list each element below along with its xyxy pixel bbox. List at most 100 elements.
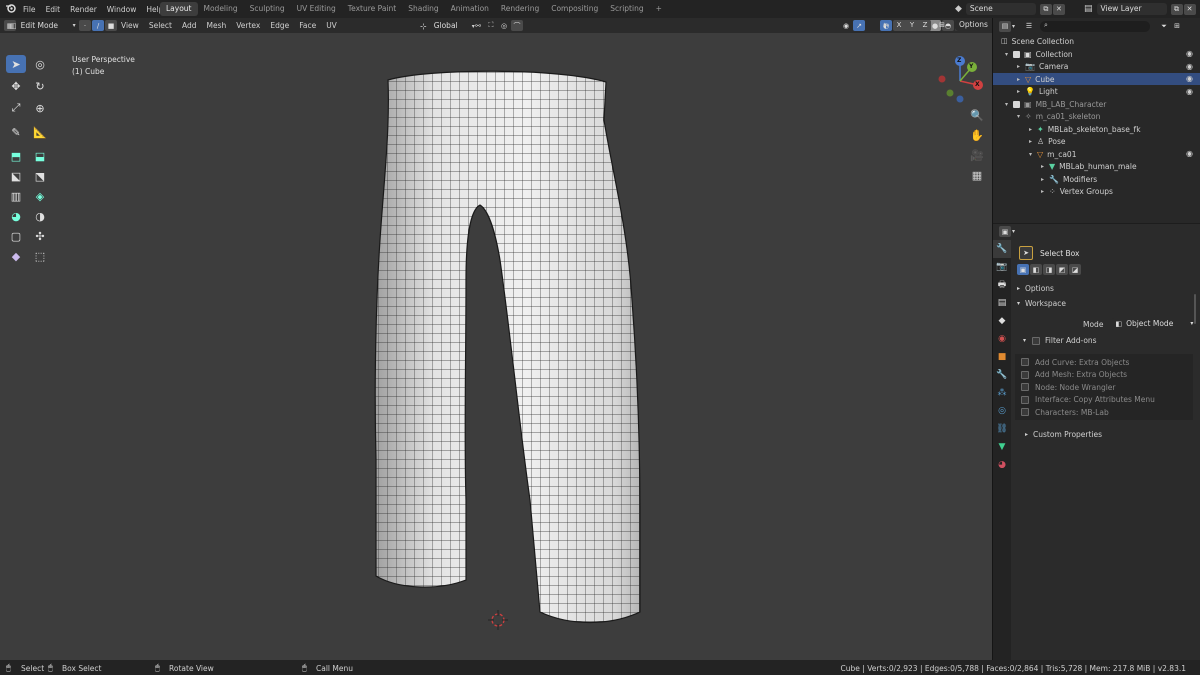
proportional-edit-icon[interactable]: ◎ — [498, 20, 510, 31]
visibility-eye-icon[interactable]: ◉ — [1186, 75, 1194, 83]
tab-modifiers-icon[interactable]: 🔧 — [993, 366, 1011, 384]
mode-dropdown[interactable]: Edit Mode — [16, 19, 73, 32]
properties-editor-icon[interactable]: ▣ — [999, 226, 1011, 237]
rotate-tool[interactable]: ↻ — [30, 77, 50, 95]
tab-output-icon[interactable]: 🖶 — [993, 276, 1011, 294]
outliner-row[interactable]: ▾ ▣ Collection ◉ — [993, 48, 1200, 60]
tab-view-layer-icon[interactable]: ▤ — [993, 294, 1011, 312]
disclosure-triangle-icon[interactable]: ▸ — [1029, 138, 1037, 145]
mode-selector[interactable]: ◫ Edit Mode ▾ — [8, 19, 76, 32]
disclosure-triangle-icon[interactable]: ▸ — [1041, 188, 1049, 195]
bevel-tool[interactable]: ⬔ — [30, 167, 50, 185]
tab-constraints-icon[interactable]: ⛓ — [993, 420, 1011, 438]
disclosure-triangle-icon[interactable]: ▸ — [1041, 176, 1049, 183]
3d-cursor[interactable] — [488, 610, 508, 630]
display-mode-icon[interactable]: ☰ — [1023, 21, 1035, 32]
extend-selection-icon[interactable]: ◧ — [1030, 264, 1042, 275]
spin-tool[interactable]: ◑ — [30, 207, 50, 225]
disclosure-triangle-icon[interactable]: ▸ — [1017, 63, 1025, 70]
axis-x-toggle[interactable]: X — [893, 19, 905, 31]
disclosure-triangle-icon[interactable]: ▸ — [1029, 126, 1037, 133]
disclosure-triangle-icon[interactable]: ▾ — [1017, 113, 1025, 120]
outliner-row[interactable]: ▾ ▽ m_ca01 ◉ — [993, 148, 1200, 160]
menu-edit[interactable]: Edit — [41, 5, 66, 14]
tab-texture-paint[interactable]: Texture Paint — [342, 2, 402, 16]
tab-render-icon[interactable]: 📷 — [993, 258, 1011, 276]
zoom-icon[interactable]: 🔍 — [969, 107, 985, 123]
tab-object-icon[interactable]: ■ — [993, 348, 1011, 366]
auto-merge-icon[interactable]: ⊞ — [936, 20, 948, 31]
smooth-tool[interactable]: ▢ — [6, 227, 26, 245]
tab-sculpting[interactable]: Sculpting — [244, 2, 291, 16]
outliner-row[interactable]: ▸ ♙ Pose — [993, 136, 1200, 148]
tab-physics-icon[interactable]: ◎ — [993, 402, 1011, 420]
add-workspace-button[interactable]: + — [650, 2, 668, 16]
annotate-tool[interactable]: ✎ — [6, 123, 26, 141]
select-box-tool[interactable]: ➤ — [6, 55, 26, 73]
properties-scrollbar[interactable] — [1194, 294, 1196, 324]
disclosure-triangle-icon[interactable]: ▾ — [1029, 151, 1037, 158]
tab-uv-editing[interactable]: UV Editing — [291, 2, 342, 16]
menu-file[interactable]: File — [18, 5, 41, 14]
edge-select-icon[interactable]: / — [92, 20, 104, 31]
filter-icon[interactable]: ⏷ — [1158, 21, 1170, 32]
addon-filter-row[interactable]: Add Mesh: Extra Objects — [1021, 369, 1193, 382]
addon-checkbox[interactable] — [1021, 408, 1029, 417]
outliner-row[interactable]: ▸ ✦ MBLab_skeleton_base_fk — [993, 123, 1200, 135]
outliner-scene-collection[interactable]: ◫ Scene Collection — [993, 35, 1200, 47]
menu-uv[interactable]: UV — [321, 21, 342, 30]
filter-addons-header[interactable]: ▾ Filter Add-ons — [1023, 336, 1097, 345]
tab-particles-icon[interactable]: ⁂ — [993, 384, 1011, 402]
addon-filter-row[interactable]: Interface: Copy Attributes Menu — [1021, 394, 1193, 407]
loop-cut-tool[interactable]: ▥ — [6, 187, 26, 205]
tab-shading[interactable]: Shading — [402, 2, 444, 16]
pivot-icon[interactable]: ⚯ — [472, 20, 484, 31]
pan-hand-icon[interactable]: ✋ — [969, 127, 985, 143]
options-panel-header[interactable]: ▸ Options — [1017, 284, 1054, 293]
tab-material-icon[interactable]: ◕ — [993, 456, 1011, 474]
scene-name-field[interactable]: Scene — [965, 3, 1036, 15]
ortho-grid-icon[interactable]: ▦ — [969, 167, 985, 183]
transform-tool[interactable]: ⊕ — [30, 99, 50, 117]
addon-checkbox[interactable] — [1021, 370, 1029, 379]
addon-filter-row[interactable]: Node: Node Wrangler — [1021, 381, 1193, 394]
tab-rendering[interactable]: Rendering — [495, 2, 545, 16]
visibility-eye-icon[interactable]: ◉ — [1186, 62, 1194, 71]
exclude-checkbox[interactable] — [1013, 100, 1020, 108]
axis-y-toggle[interactable]: Y — [906, 19, 918, 31]
camera-view-icon[interactable]: 🎥 — [969, 147, 985, 163]
menu-window[interactable]: Window — [102, 5, 142, 14]
outliner-row[interactable]: ▸ ⁘ Vertex Groups — [993, 186, 1200, 198]
disclosure-triangle-icon[interactable]: ▸ — [1017, 76, 1025, 83]
outliner-row[interactable]: ▸ 💡 Light ◉ — [993, 86, 1200, 98]
addon-checkbox[interactable] — [1021, 383, 1029, 392]
outliner-row[interactable]: ▸ ▼ MBLab_human_male — [993, 161, 1200, 173]
scale-tool[interactable]: ⤢ — [6, 99, 26, 117]
view-layer-field[interactable]: View Layer — [1096, 3, 1167, 15]
transform-orientation[interactable]: ⊹ Global ▾ — [420, 20, 475, 32]
disclosure-triangle-icon[interactable]: ▸ — [1017, 88, 1025, 95]
mesh-pants[interactable] — [0, 33, 992, 660]
inset-tool[interactable]: ⬕ — [6, 167, 26, 185]
cursor-tool[interactable]: ◎ — [30, 55, 50, 73]
view-layer-copy-icon[interactable]: ⧉ — [1170, 3, 1183, 15]
edge-slide-tool[interactable]: ✣ — [30, 227, 50, 245]
disclosure-triangle-icon[interactable]: ▾ — [1005, 101, 1013, 108]
tab-animation[interactable]: Animation — [445, 2, 495, 16]
poly-build-tool[interactable]: ◕ — [6, 207, 26, 225]
shear-tool[interactable]: ◆ — [6, 247, 26, 265]
outliner-row[interactable]: ▾ ▣ MB_LAB_Character — [993, 98, 1200, 110]
tab-layout[interactable]: Layout — [160, 2, 198, 16]
measure-tool[interactable]: 📐 — [30, 123, 50, 141]
object-mode-dropdown[interactable]: ◧ Object Mode ▾ — [1111, 318, 1198, 330]
view-layer-close-icon[interactable]: ✕ — [1183, 3, 1196, 15]
tab-tool-icon[interactable]: 🔧 — [993, 240, 1011, 258]
snap-icon[interactable]: ⛶ — [485, 20, 497, 31]
select-box-tool-icon[interactable]: ➤ — [1019, 246, 1033, 260]
add-cube-tool[interactable]: ⬒ — [6, 147, 26, 165]
addon-filter-row[interactable]: Add Curve: Extra Objects — [1021, 356, 1193, 369]
menu-face[interactable]: Face — [294, 21, 321, 30]
orientation-dropdown[interactable]: Global — [429, 20, 472, 32]
menu-view[interactable]: View — [116, 21, 144, 30]
blender-logo-icon[interactable] — [6, 3, 16, 13]
